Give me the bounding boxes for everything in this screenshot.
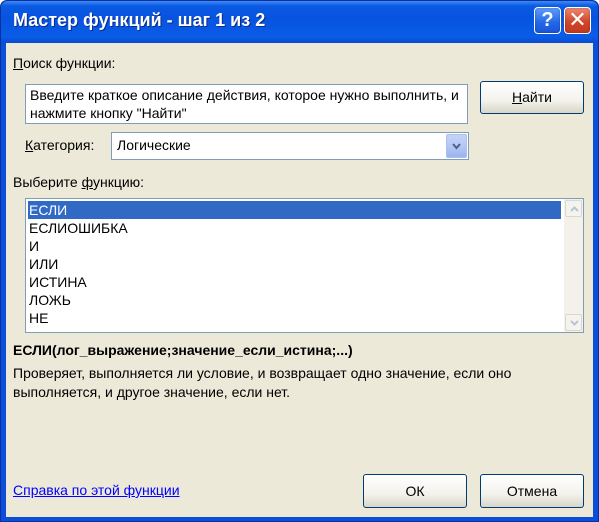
function-list-item[interactable]: И bbox=[28, 237, 561, 255]
function-description: Проверяет, выполняется ли условие, и воз… bbox=[13, 365, 512, 400]
help-button[interactable]: ? bbox=[534, 7, 561, 34]
find-button[interactable]: Найти bbox=[480, 81, 584, 114]
function-signature: ЕСЛИ(лог_выражение;значение_если_истина;… bbox=[13, 342, 353, 358]
category-select[interactable]: Логические bbox=[111, 132, 469, 160]
function-list-item[interactable]: ИСТИНА bbox=[28, 273, 561, 291]
cancel-button[interactable]: Отмена bbox=[480, 474, 584, 508]
window-title: Мастер функций - шаг 1 из 2 bbox=[13, 10, 266, 30]
dialog-body: Поиск функции: Введите краткое описание … bbox=[6, 43, 593, 517]
scroll-down-button[interactable] bbox=[565, 314, 582, 331]
function-list-item[interactable]: ЕСЛИ bbox=[28, 201, 561, 219]
function-list-item[interactable]: НЕ bbox=[28, 309, 561, 327]
function-list[interactable]: ЕСЛИ ЕСЛИОШИБКА И ИЛИ ИСТИНА ЛОЖЬ НЕ bbox=[25, 198, 584, 333]
function-list-scrollbar[interactable] bbox=[564, 199, 583, 332]
arrow-down-icon bbox=[570, 320, 579, 326]
search-input-text: Введите краткое описание действия, котор… bbox=[30, 87, 459, 121]
function-list-label: Выберите функцию: bbox=[13, 174, 145, 190]
search-label: Поиск функции: bbox=[13, 55, 116, 71]
search-input[interactable]: Введите краткое описание действия, котор… bbox=[25, 84, 468, 124]
title-bar[interactable]: Мастер функций - шаг 1 из 2 ? ✕ bbox=[1, 1, 598, 43]
function-list-item[interactable]: ИЛИ bbox=[28, 255, 561, 273]
scroll-up-button[interactable] bbox=[565, 200, 582, 217]
chevron-down-icon bbox=[452, 143, 461, 150]
function-help-link[interactable]: Справка по этой функции bbox=[13, 482, 180, 498]
function-wizard-window: Мастер функций - шаг 1 из 2 ? ✕ Поиск фу… bbox=[0, 0, 599, 522]
close-icon: ✕ bbox=[568, 7, 587, 32]
function-list-item[interactable]: ЛОЖЬ bbox=[28, 291, 561, 309]
category-value: Логические bbox=[117, 137, 191, 153]
category-dropdown-button[interactable] bbox=[446, 134, 467, 158]
help-icon: ? bbox=[541, 9, 554, 31]
arrow-up-icon bbox=[570, 206, 579, 212]
function-list-item[interactable]: ЕСЛИОШИБКА bbox=[28, 219, 561, 237]
ok-button[interactable]: ОК bbox=[363, 474, 467, 508]
close-button[interactable]: ✕ bbox=[564, 7, 591, 34]
category-label: Категория: bbox=[25, 137, 95, 153]
